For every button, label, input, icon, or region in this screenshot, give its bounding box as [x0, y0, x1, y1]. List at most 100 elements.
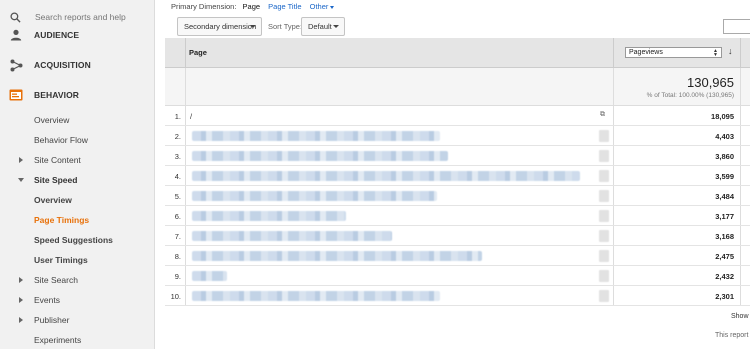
- sort-desc-icon[interactable]: ↓: [728, 46, 733, 56]
- table-row[interactable]: 2. 4,403: [165, 126, 750, 146]
- chevron-down-icon: [333, 25, 339, 28]
- page-path-redacted[interactable]: [192, 131, 440, 141]
- nav-acquisition-label: ACQUISITION: [34, 60, 91, 70]
- open-external-icon[interactable]: [599, 270, 609, 282]
- chevron-down-icon: [250, 25, 256, 28]
- total-percent: % of Total: 100.00% (130,965): [646, 92, 734, 99]
- open-external-icon[interactable]: [599, 250, 609, 262]
- page-path-redacted[interactable]: [192, 271, 227, 281]
- report-footer-note: This report: [715, 332, 749, 339]
- table-row[interactable]: 5. 3,484: [165, 186, 750, 206]
- page-path-redacted[interactable]: [192, 231, 392, 241]
- secondary-dimension-dropdown[interactable]: Secondary dimension: [177, 17, 262, 36]
- nav-site-speed[interactable]: Site Speed: [0, 170, 154, 190]
- pageviews-value: 3,599: [715, 172, 734, 181]
- nav-speed-suggestions[interactable]: Speed Suggestions: [0, 230, 154, 250]
- table-row[interactable]: 6. 3,177: [165, 206, 750, 226]
- nav-behavior-overview-label: Overview: [34, 115, 70, 125]
- table-filter-input[interactable]: [723, 19, 750, 34]
- table-rows: 1. / ⧉ 18,095 2. 4,403 3. 3,860 4. 3,599 5. 3,484 6.…: [165, 106, 750, 306]
- nav-speed-suggestions-label: Speed Suggestions: [34, 235, 113, 245]
- open-external-icon[interactable]: [599, 230, 609, 242]
- table-row[interactable]: 1. / ⧉ 18,095: [165, 106, 750, 126]
- nav-page-timings-label: Page Timings: [34, 215, 90, 225]
- table-row[interactable]: 3. 3,860: [165, 146, 750, 166]
- table-header: Page Pageviews ▲ ▼ ↓: [165, 38, 750, 68]
- metric-select[interactable]: Pageviews ▲ ▼: [625, 47, 722, 58]
- nav-site-content-label: Site Content: [34, 155, 81, 165]
- page-path-link[interactable]: /: [190, 112, 192, 121]
- nav-behavior-overview[interactable]: Overview: [0, 110, 154, 130]
- primary-dimension-page[interactable]: Page: [243, 2, 261, 11]
- row-number: 8.: [174, 252, 181, 261]
- search-icon: [10, 11, 21, 23]
- page-path-redacted[interactable]: [192, 171, 580, 181]
- sort-type-label: Sort Type:: [268, 22, 303, 31]
- primary-dimension-page-title[interactable]: Page Title: [268, 2, 301, 11]
- nav-user-timings[interactable]: User Timings: [0, 250, 154, 270]
- nav-site-speed-overview[interactable]: Overview: [0, 190, 154, 210]
- table-row[interactable]: 10. 2,301: [165, 286, 750, 306]
- expand-triangle-icon: [19, 297, 23, 303]
- pageviews-value: 4,403: [715, 132, 734, 141]
- nav-site-search[interactable]: Site Search: [0, 270, 154, 290]
- person-icon: [9, 28, 23, 42]
- sidebar: Search reports and help AUDIENCE ACQUISI…: [0, 0, 155, 349]
- row-number: 4.: [174, 172, 181, 181]
- open-external-icon[interactable]: [599, 170, 609, 182]
- table-row[interactable]: 4. 3,599: [165, 166, 750, 186]
- pageviews-value: 3,860: [715, 152, 734, 161]
- nav-publisher[interactable]: Publisher: [0, 310, 154, 330]
- acquisition-icon: [9, 58, 23, 72]
- row-number: 2.: [174, 132, 181, 141]
- open-external-icon[interactable]: [599, 190, 609, 202]
- collapse-triangle-icon: [18, 178, 24, 182]
- open-external-icon[interactable]: ⧉: [600, 111, 605, 119]
- pageviews-value: 3,177: [715, 212, 734, 221]
- open-external-icon[interactable]: [599, 210, 609, 222]
- pageviews-value: 18,095: [711, 112, 734, 121]
- nav-site-content[interactable]: Site Content: [0, 150, 154, 170]
- sort-type-value: Default: [308, 22, 332, 31]
- open-external-icon[interactable]: [599, 150, 609, 162]
- page-path-redacted[interactable]: [192, 211, 346, 221]
- pageviews-value: 2,432: [715, 272, 734, 281]
- row-number: 7.: [174, 232, 181, 241]
- table-row[interactable]: 7. 3,168: [165, 226, 750, 246]
- nav-experiments[interactable]: Experiments: [0, 330, 154, 349]
- open-external-icon[interactable]: [599, 290, 609, 302]
- metric-select-value: Pageviews: [629, 49, 663, 56]
- nav-page-timings[interactable]: Page Timings: [0, 210, 154, 230]
- sort-type-dropdown[interactable]: Default: [301, 17, 345, 36]
- page-path-redacted[interactable]: [192, 151, 448, 161]
- nav-site-speed-overview-label: Overview: [34, 195, 72, 205]
- nav-behavior-flow[interactable]: Behavior Flow: [0, 130, 154, 150]
- nav-audience-label: AUDIENCE: [34, 30, 80, 40]
- primary-dimension-label: Primary Dimension:: [171, 2, 237, 11]
- page-path-redacted[interactable]: [192, 251, 482, 261]
- pageviews-value: 3,484: [715, 192, 734, 201]
- nav-behavior-flow-label: Behavior Flow: [34, 135, 88, 145]
- nav-experiments-label: Experiments: [34, 335, 82, 345]
- nav-audience[interactable]: AUDIENCE: [0, 26, 154, 44]
- row-number: 6.: [174, 212, 181, 221]
- nav-events[interactable]: Events: [0, 290, 154, 310]
- search-input[interactable]: Search reports and help: [35, 12, 126, 22]
- page-path-redacted[interactable]: [192, 291, 440, 301]
- nav-acquisition[interactable]: ACQUISITION: [0, 50, 154, 80]
- data-table: Page Pageviews ▲ ▼ ↓ 130,965 % of Total: …: [165, 38, 750, 306]
- expand-triangle-icon: [19, 157, 23, 163]
- primary-dimension-other-label: Other: [309, 2, 329, 11]
- primary-dimension-other[interactable]: Other: [310, 2, 335, 11]
- row-number: 10.: [170, 292, 181, 301]
- nav-behavior[interactable]: BEHAVIOR: [0, 80, 154, 110]
- page-path-redacted[interactable]: [192, 191, 437, 201]
- pageviews-value: 3,168: [715, 232, 734, 241]
- table-row[interactable]: 8. 2,475: [165, 246, 750, 266]
- report-main: Primary Dimension: Page Page Title Other…: [155, 0, 750, 349]
- open-external-icon[interactable]: [599, 130, 609, 142]
- nav-user-timings-label: User Timings: [34, 255, 88, 265]
- table-row[interactable]: 9. 2,432: [165, 266, 750, 286]
- column-header-page[interactable]: Page: [189, 48, 207, 57]
- nav-publisher-label: Publisher: [34, 315, 70, 325]
